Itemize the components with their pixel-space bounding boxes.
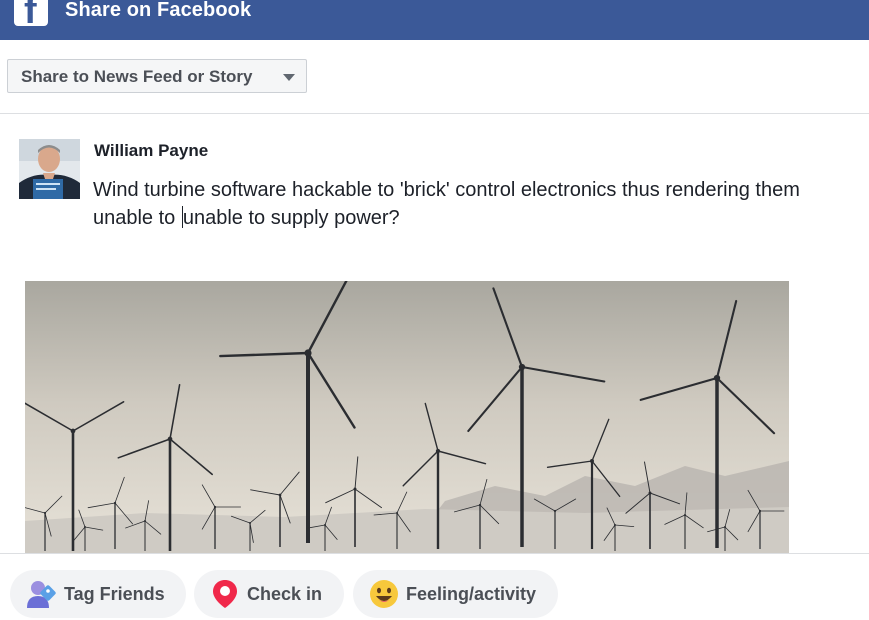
facebook-f-icon: f <box>14 0 48 26</box>
check-in-label: Check in <box>247 584 323 604</box>
header-bar: f Share on Facebook <box>0 0 869 40</box>
divider <box>0 553 869 554</box>
feeling-activity-label: Feeling/activity <box>406 584 537 604</box>
link-preview-image[interactable] <box>25 281 789 553</box>
share-destination-dropdown[interactable]: Share to News Feed or Story <box>7 59 307 93</box>
tag-friends-icon <box>27 581 56 608</box>
author-name: William Payne <box>94 141 209 160</box>
check-in-button[interactable]: Check in <box>194 570 344 618</box>
smiley-icon <box>370 580 398 608</box>
chevron-down-icon <box>283 74 295 81</box>
avatar <box>19 139 80 199</box>
tag-friends-label: Tag Friends <box>64 584 165 604</box>
feeling-activity-button[interactable]: Feeling/activity <box>353 570 558 618</box>
divider <box>0 113 869 114</box>
share-destination-label: Share to News Feed or Story <box>21 67 253 86</box>
dialog-title: Share on Facebook <box>65 0 252 21</box>
tag-friends-button[interactable]: Tag Friends <box>10 570 186 618</box>
post-text-input[interactable]: Wind turbine software hackable to 'brick… <box>93 176 863 232</box>
post-text-after-cursor: unable to supply power? <box>182 207 400 229</box>
location-pin-icon <box>213 580 237 608</box>
